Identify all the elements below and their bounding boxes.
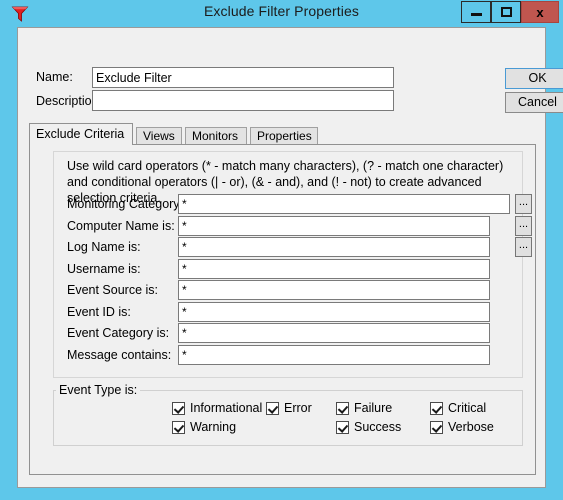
checkmark-icon xyxy=(430,420,443,434)
event-type-group xyxy=(53,390,523,446)
checkbox-label: Error xyxy=(284,401,312,415)
minimize-button[interactable] xyxy=(461,1,491,23)
event-type-legend: Event Type is: xyxy=(56,383,141,397)
name-label: Name: xyxy=(36,70,73,84)
criteria-input-5[interactable] xyxy=(178,301,490,322)
checkbox-warning[interactable]: Warning xyxy=(172,420,236,434)
close-button[interactable]: x xyxy=(521,1,559,23)
checkmark-icon xyxy=(336,401,349,415)
title-bar: Exclude Filter Properties x xyxy=(0,0,563,27)
checkmark-icon xyxy=(266,401,279,415)
checkbox-critical[interactable]: Critical xyxy=(430,401,486,415)
checkmark-icon xyxy=(172,401,185,415)
dialog-client-area: Name: Description OK Cancel Exclude Crit… xyxy=(17,27,563,488)
tab-strip: Exclude Criteria Views Monitors Properties xyxy=(29,123,536,145)
tab-monitors[interactable]: Monitors xyxy=(185,127,247,144)
criteria-input-0[interactable] xyxy=(178,194,510,214)
close-icon: x xyxy=(536,4,544,20)
maximize-button[interactable] xyxy=(491,1,521,23)
checkbox-label: Warning xyxy=(190,420,237,434)
criteria-label-5: Event ID is: xyxy=(67,304,131,319)
checkbox-informational[interactable]: Informational xyxy=(172,401,262,415)
checkmark-icon xyxy=(430,401,443,415)
tab-properties[interactable]: Properties xyxy=(250,127,318,144)
checkbox-label: Critical xyxy=(448,401,487,415)
tab-views[interactable]: Views xyxy=(136,127,182,144)
criteria-input-4[interactable] xyxy=(178,280,490,300)
ok-button[interactable]: OK xyxy=(505,68,563,89)
checkbox-success[interactable]: Success xyxy=(336,420,401,434)
browse-button-2[interactable]: ... xyxy=(515,237,532,257)
criteria-group-panel: Use wild card operators (* - match many … xyxy=(53,151,532,378)
checkbox-label: Failure xyxy=(354,401,393,415)
criteria-label-2: Log Name is: xyxy=(67,240,141,254)
checkmark-icon xyxy=(336,420,349,434)
criteria-input-3[interactable] xyxy=(178,258,490,279)
criteria-label-3: Username is: xyxy=(67,261,141,276)
checkbox-label: Success xyxy=(354,420,402,434)
tab-panel-exclude-criteria: Use wild card operators (* - match many … xyxy=(29,144,536,475)
minimize-icon xyxy=(470,13,482,16)
checkbox-label: Verbose xyxy=(448,420,494,434)
criteria-label-7: Message contains: xyxy=(67,347,172,362)
checkmark-icon xyxy=(172,420,185,434)
criteria-input-7[interactable] xyxy=(178,344,490,365)
criteria-input-1[interactable] xyxy=(178,215,490,236)
description-label: Description xyxy=(36,94,99,108)
name-input[interactable] xyxy=(92,67,394,88)
maximize-icon xyxy=(500,7,512,17)
dialog-window: Exclude Filter Properties x Name: Descri… xyxy=(0,0,563,500)
description-input[interactable] xyxy=(92,90,394,111)
criteria-label-6: Event Category is: xyxy=(67,326,170,340)
criteria-label-4: Event Source is: xyxy=(67,283,159,297)
criteria-input-2[interactable] xyxy=(178,237,490,257)
criteria-input-6[interactable] xyxy=(178,323,490,343)
cancel-button[interactable]: Cancel xyxy=(505,92,563,113)
tab-exclude-criteria[interactable]: Exclude Criteria xyxy=(29,123,133,145)
checkbox-verbose[interactable]: Verbose xyxy=(430,420,494,434)
checkbox-error[interactable]: Error xyxy=(266,401,312,415)
checkbox-label: Informational xyxy=(190,401,263,415)
criteria-label-1: Computer Name is: xyxy=(67,218,175,233)
checkbox-failure[interactable]: Failure xyxy=(336,401,392,415)
browse-button-0[interactable]: ... xyxy=(515,194,532,214)
criteria-label-0: Monitoring Category is: xyxy=(67,197,196,211)
browse-button-1[interactable]: ... xyxy=(515,215,532,236)
